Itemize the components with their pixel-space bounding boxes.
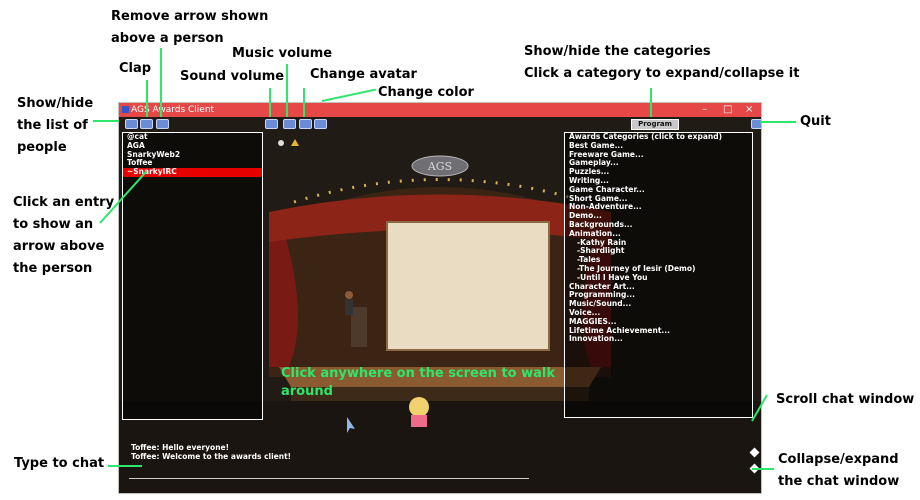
chat-window: Toffee: Hello everyone! Toffee: Welcome … [131,443,731,461]
program-button[interactable]: Program [631,119,679,130]
change-avatar-button[interactable] [299,119,312,129]
annotation-line: Click anywhere on the screen to walk [281,366,556,381]
music-volume-button[interactable] [283,119,296,129]
annotation-type-chat: Type to chat [14,456,105,471]
annotation-line: Collapse/expand [778,452,899,467]
arrow-sound [269,88,271,117]
arrow-color [321,88,377,102]
annotation-line: Show/hide [17,96,94,111]
arrow-avatar [303,88,305,117]
annotation-sound-volume: Sound volume [180,69,285,84]
maximize-button[interactable]: □ [723,103,732,117]
category-item[interactable]: Innovation... [565,335,752,344]
annotation-quit: Quit [800,114,831,129]
remove-arrow-button[interactable] [156,119,169,129]
close-button[interactable]: × [745,103,753,117]
annotation-music-volume: Music volume [232,46,333,61]
annotation-line: arrow above [13,239,105,254]
chat-input[interactable] [129,468,529,479]
app-icon [122,106,129,113]
chat-line: Toffee: Welcome to the awards client! [131,452,292,461]
window-title: AGS Awards Client [131,105,215,115]
arrow-collapse [752,468,774,470]
annotation-collapse-chat: Collapse/expand the chat window [778,449,899,493]
annotation-line: the chat window [778,474,900,489]
arrow-clap [146,80,148,117]
annotation-line: Click a category to expand/collapse it [524,66,800,81]
stage-sign: AGS [427,160,452,173]
arrow-type-chat [108,465,142,467]
annotation-line: Show/hide the categories [524,44,711,59]
arrow-people [93,120,119,122]
annotation-line: Remove arrow shown [111,9,269,24]
annotation-change-color: Change color [378,85,474,100]
change-color-button[interactable] [314,119,327,129]
people-list-toggle-button[interactable] [125,119,138,129]
annotation-line: the list of [17,118,88,133]
annotation-line: around [281,384,333,399]
arrow-music [286,64,288,117]
annotation-walk: Click anywhere on the screen to walk aro… [281,365,555,401]
chat-line: Toffee: Hello everyone! [131,443,230,452]
game-window: AGS Awards Client – □ × AGS Program @cat… [118,102,762,494]
sound-volume-button[interactable] [265,119,278,129]
categories-panel: Awards Categories (click to expand) Best… [564,132,753,418]
annotation-line: people [17,140,67,155]
game-scene[interactable]: AGS Program @cat AGA SnarkyWeb2 Toffee ~Snar… [119,117,761,493]
annotation-show-hide-people: Show/hide the list of people [17,93,93,159]
annotation-line: Click an entry [13,195,115,210]
annotation-line: the person [13,261,93,276]
title-bar: AGS Awards Client – □ × [119,103,761,117]
arrow-remove [160,48,162,117]
clap-button[interactable] [140,119,153,129]
annotation-clap: Clap [119,61,152,76]
annotation-click-entry: Click an entry to show an arrow above th… [13,192,114,280]
arrow-categories [650,88,652,117]
annotation-line: to show an [13,217,94,232]
arrow-quit [760,121,796,123]
annotation-scroll-chat: Scroll chat window [776,392,915,407]
minimize-button[interactable]: – [702,103,707,117]
annotation-categories: Show/hide the categories Click a categor… [524,41,799,85]
